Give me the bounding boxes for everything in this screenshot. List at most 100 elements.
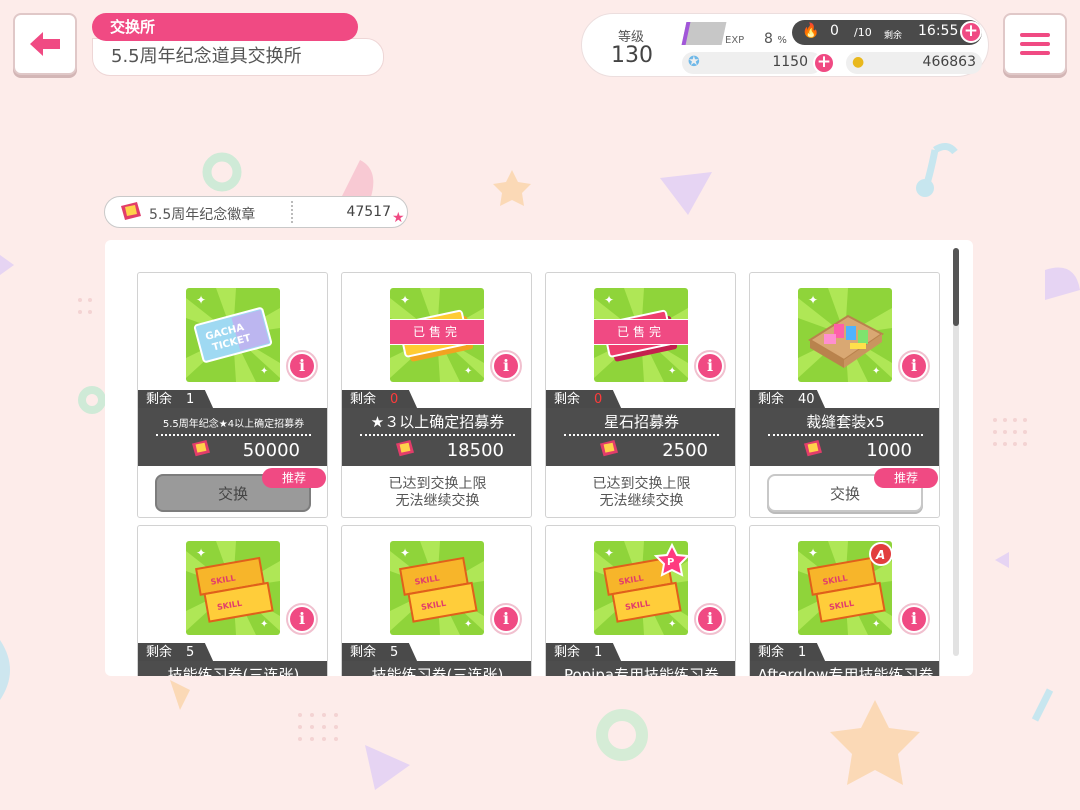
info-icon: i <box>902 607 926 631</box>
remaining-label: 剩余 <box>146 645 173 660</box>
info-icon: i <box>494 607 518 631</box>
anniversary-badge-icon <box>121 202 141 220</box>
remaining-label: 剩余 <box>758 645 785 660</box>
star-icon: ★ <box>392 210 405 226</box>
svg-text:✦: ✦ <box>260 619 268 630</box>
svg-text:✦: ✦ <box>400 293 410 307</box>
remaining-label: 剩余 <box>350 392 377 407</box>
sold-out-banner: 已售完 <box>594 320 688 344</box>
info-button[interactable]: i <box>898 603 930 635</box>
divider <box>360 434 515 436</box>
item-info-band: 技能练习券(三连张) <box>138 661 327 676</box>
back-arrow-icon <box>30 32 60 56</box>
item-card[interactable]: ✦ ✦ GACHA TICKET i 剩余 1 5.5周年纪念★4以上确定招募券 50000 交换… <box>137 272 328 518</box>
skill-ticket-popipa-icon: ✦ ✦ SKILL SKILL P <box>594 541 688 635</box>
remaining-tag: 剩余 1 <box>138 390 214 410</box>
info-icon: i <box>290 354 314 378</box>
player-status-panel: 等级 130 EXP 8 % 🔥 0 /10 剩余 16:55 + ✪ 1150… <box>581 13 989 77</box>
stamina-max: /10 <box>854 26 872 39</box>
item-info-band: 星石招募券 2500 <box>546 408 735 466</box>
item-card[interactable]: ✦ ✦ SKILL SKILL i 剩余 5 技能练习券(三连张) <box>137 525 328 676</box>
section-tab: 交换所 <box>92 13 358 41</box>
item-name: Popipa专用技能练习券 <box>563 666 720 676</box>
remaining-tag: 剩余 5 <box>138 643 214 663</box>
item-info-band: 5.5周年纪念★4以上确定招募券 50000 <box>138 408 327 466</box>
divider <box>291 201 293 223</box>
sold-out-banner: 已售完 <box>390 320 484 344</box>
info-button[interactable]: i <box>286 603 318 635</box>
remaining-tag: 剩余 40 <box>750 390 826 410</box>
exchange-item-panel: ✦ ✦ GACHA TICKET i 剩余 1 5.5周年纪念★4以上确定招募券 50000 交换… <box>105 240 973 676</box>
menu-icon <box>1020 33 1050 37</box>
stamina-bar: 🔥 0 /10 剩余 16:55 <box>792 20 982 45</box>
remaining-count: 5 <box>186 645 195 660</box>
recommend-badge: 推荐 <box>262 468 326 488</box>
svg-text:P: P <box>667 557 674 568</box>
badge-cost-icon <box>802 440 824 462</box>
coin-icon: ● <box>852 54 865 70</box>
svg-text:✦: ✦ <box>668 619 676 630</box>
info-icon: i <box>290 607 314 631</box>
svg-text:✦: ✦ <box>260 366 268 377</box>
item-card[interactable]: ✦ ✦ i 剩余 40 裁缝套装x5 1000 交换 推荐 <box>749 272 940 518</box>
remaining-count: 5 <box>390 645 399 660</box>
skill-ticket-icon: ✦ ✦ SKILL SKILL <box>390 541 484 635</box>
item-name: ★３以上确定招募券 <box>370 413 505 431</box>
page-title: 5.5周年纪念道具交换所 <box>92 38 384 76</box>
remaining-count: 1 <box>186 392 195 407</box>
red-ticket-icon: ✦ ✦ 已售完 <box>594 288 688 382</box>
remaining-count: 0 <box>594 392 603 407</box>
info-button[interactable]: i <box>694 350 726 382</box>
item-name: 技能练习券(三连张) <box>371 666 504 676</box>
exp-label: EXP <box>725 35 745 46</box>
menu-button[interactable] <box>1003 13 1067 75</box>
info-button[interactable]: i <box>694 603 726 635</box>
item-card[interactable]: ✦ ✦ SKILL SKILL Ai 剩余 1 Afterglow专用技能练习券 <box>749 525 940 676</box>
remaining-count: 40 <box>798 392 815 407</box>
star-count: 1150 <box>772 54 808 70</box>
add-star-button[interactable]: + <box>813 52 835 74</box>
scrollbar[interactable] <box>953 248 959 656</box>
svg-text:✦: ✦ <box>604 546 614 560</box>
remaining-label: 剩余 <box>350 645 377 660</box>
info-button[interactable]: i <box>490 603 522 635</box>
exp-percent: 8 % <box>764 31 787 47</box>
svg-text:✦: ✦ <box>872 366 880 377</box>
item-info-band: ★３以上确定招募券 18500 <box>342 408 531 466</box>
exp-bar <box>681 22 727 45</box>
limit-line-1: 已达到交换上限 <box>388 476 487 492</box>
limit-reached-text: 已达到交换上限 无法继续交换 <box>342 476 531 510</box>
item-cost: 1000 <box>866 440 912 461</box>
back-button[interactable] <box>13 13 77 75</box>
badge-currency-bar: 5.5周年纪念徽章 47517 ★ <box>104 196 408 228</box>
level-value: 130 <box>611 43 653 68</box>
item-card[interactable]: ✦ ✦ 已售完 i 剩余 0 星石招募券 2500 已达到交换上限 无法继续交换 <box>545 272 736 518</box>
item-card[interactable]: ✦ ✦ SKILL SKILL Pi 剩余 1 Popipa专用技能练习券 <box>545 525 736 676</box>
remaining-label: 剩余 <box>554 392 581 407</box>
remaining-label: 剩余 <box>554 645 581 660</box>
remaining-tag: 剩余 1 <box>750 643 826 663</box>
item-card[interactable]: ✦ ✦ 已售完 i 剩余 0 ★３以上确定招募券 18500 已达到交换上限 无法继续交换 <box>341 272 532 518</box>
badge-name: 5.5周年纪念徽章 <box>149 207 256 223</box>
divider <box>768 434 923 436</box>
stamina-timer: 16:55 <box>918 23 959 39</box>
coin-count: 466863 <box>922 54 976 70</box>
info-button[interactable]: i <box>286 350 318 382</box>
scroll-thumb[interactable] <box>953 248 959 326</box>
remaining-label: 剩余 <box>884 31 903 41</box>
svg-text:✦: ✦ <box>196 546 206 560</box>
add-stamina-button[interactable]: + <box>960 21 982 43</box>
star-currency: ✪ 1150 <box>682 52 822 74</box>
svg-text:✦: ✦ <box>668 366 676 377</box>
item-card[interactable]: ✦ ✦ SKILL SKILL i 剩余 5 技能练习券(三连张) <box>341 525 532 676</box>
info-icon: i <box>494 354 518 378</box>
info-button[interactable]: i <box>898 350 930 382</box>
item-cost: 2500 <box>662 440 708 461</box>
remaining-count: 0 <box>390 392 399 407</box>
info-button[interactable]: i <box>490 350 522 382</box>
remaining-count: 1 <box>594 645 603 660</box>
item-name: 星石招募券 <box>603 413 679 431</box>
svg-text:✦: ✦ <box>400 546 410 560</box>
remaining-tag: 剩余 1 <box>546 643 622 663</box>
badge-cost-icon <box>598 440 620 462</box>
